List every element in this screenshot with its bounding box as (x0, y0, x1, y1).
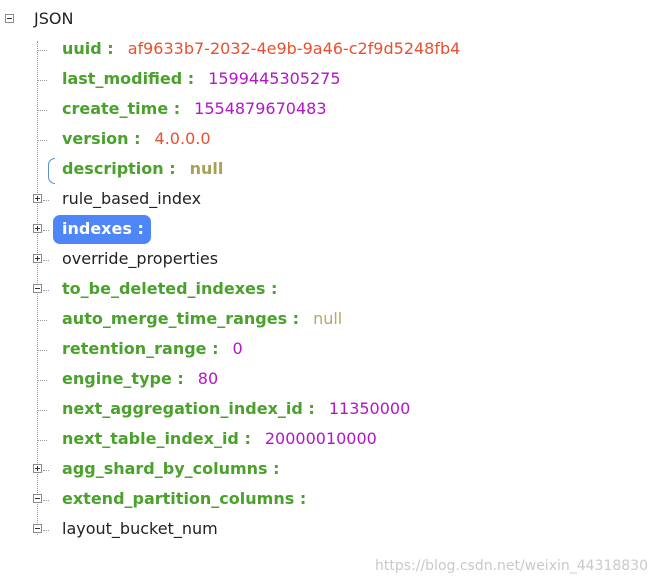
tree-node-label: engine_type : 80 (62, 369, 218, 388)
tree-node-next-table-index-id[interactable]: next_table_index_id : 20000010000 (0, 425, 658, 455)
tree-connector (38, 350, 47, 351)
node-value: 20000010000 (264, 429, 377, 448)
tree-node-rule-based-index[interactable]: rule_based_index (0, 185, 658, 215)
node-key: auto_merge_time_ranges : (62, 309, 300, 328)
node-value: 11350000 (328, 399, 411, 418)
tree-node-to-be-deleted-indexes[interactable]: to_be_deleted_indexes : (0, 275, 658, 305)
tree-node-label: rule_based_index (62, 189, 202, 208)
tree-node-label: auto_merge_time_ranges : null (62, 309, 342, 328)
tree-node-label: next_aggregation_index_id : 11350000 (62, 399, 410, 418)
tree-node-create-time[interactable]: create_time : 1554879670483 (0, 95, 658, 125)
tree-connector (38, 440, 47, 441)
collapse-icon[interactable] (5, 14, 14, 23)
tree-connector (38, 50, 47, 51)
tree-connector (38, 410, 47, 411)
tree-node-label: create_time : 1554879670483 (62, 99, 327, 118)
node-key: engine_type : (62, 369, 184, 388)
tree-node-retention-range[interactable]: retention_range : 0 (0, 335, 658, 365)
tree-node-label: uuid : af9633b7-2032-4e9b-9a46-c2f9d5248f… (62, 39, 460, 58)
node-key: uuid : (62, 39, 114, 58)
expand-icon[interactable] (33, 254, 42, 263)
tree-connector (38, 380, 47, 381)
tree-node-label: indexes : (62, 219, 144, 238)
tree-node-engine-type[interactable]: engine_type : 80 (0, 365, 658, 395)
node-key: last_modified : (62, 69, 195, 88)
expand-icon[interactable] (33, 194, 42, 203)
tree-connector (43, 200, 49, 201)
tree-node-label: to_be_deleted_indexes : (62, 279, 278, 298)
node-value: 4.0.0.0 (154, 129, 211, 148)
tree-node-auto-merge-time-ranges[interactable]: auto_merge_time_ranges : null (0, 305, 658, 335)
tree-connector (38, 80, 47, 81)
tree-node-override-properties[interactable]: override_properties (0, 245, 658, 275)
tree-node-root[interactable]: JSON (0, 5, 658, 35)
node-value: af9633b7-2032-4e9b-9a46-c2f9d5248fb4 (127, 39, 461, 58)
node-key: retention_range : (62, 339, 219, 358)
tree-node-label: override_properties (62, 249, 219, 268)
watermark: https://blog.csdn.net/weixin_44318830 (374, 558, 648, 574)
tree-connector (43, 470, 49, 471)
tree-node-extend-partition-columns[interactable]: extend_partition_columns : (0, 485, 658, 515)
expand-icon[interactable] (33, 224, 42, 233)
tree-node-label: extend_partition_columns : (62, 489, 307, 508)
tree-node-label: retention_range : 0 (62, 339, 243, 358)
collapse-icon[interactable] (33, 284, 42, 293)
tree-connector (43, 260, 49, 261)
tree-connector (43, 500, 49, 501)
tree-node-agg-shard-by-columns[interactable]: agg_shard_by_columns : (0, 455, 658, 485)
node-key: version : (62, 129, 141, 148)
tree-node-root-label: JSON (34, 9, 74, 28)
tree-node-version[interactable]: version : 4.0.0.0 (0, 125, 658, 155)
tree-node-label: agg_shard_by_columns : (62, 459, 280, 478)
node-key: description : (62, 159, 176, 178)
node-key: next_table_index_id : (62, 429, 251, 448)
hover-bracket (48, 158, 55, 184)
collapse-icon[interactable] (33, 494, 42, 503)
expand-icon[interactable] (33, 464, 42, 473)
collapse-icon[interactable] (33, 524, 42, 533)
tree-node-layout-bucket-num[interactable]: layout_bucket_num (0, 515, 658, 545)
tree-node-label: last_modified : 1599445305275 (62, 69, 341, 88)
tree-connector (38, 110, 47, 111)
tree-node-description[interactable]: description : null (0, 155, 658, 185)
tree-node-label: next_table_index_id : 20000010000 (62, 429, 377, 448)
node-value: 80 (197, 369, 219, 388)
node-value: 0 (232, 339, 243, 358)
tree-node-last-modified[interactable]: last_modified : 1599445305275 (0, 65, 658, 95)
node-value: 1599445305275 (208, 69, 341, 88)
tree-connector (43, 530, 49, 531)
node-key: next_aggregation_index_id : (62, 399, 315, 418)
tree-connector (43, 290, 49, 291)
tree-connector (38, 320, 47, 321)
node-key: create_time : (62, 99, 181, 118)
tree-node-indexes[interactable]: indexes : (0, 215, 658, 245)
tree-node-next-aggregation-index-id[interactable]: next_aggregation_index_id : 11350000 (0, 395, 658, 425)
tree-node-label: version : 4.0.0.0 (62, 129, 211, 148)
tree-node-uuid[interactable]: uuid : af9633b7-2032-4e9b-9a46-c2f9d5248f… (0, 35, 658, 65)
tree-node-label: description : null (62, 159, 223, 178)
tree-connector (43, 230, 49, 231)
tree-node-label: layout_bucket_num (62, 519, 218, 538)
node-value: null (189, 159, 224, 178)
node-value: 1554879670483 (194, 99, 327, 118)
tree-connector (38, 140, 47, 141)
node-value: null (313, 309, 343, 328)
